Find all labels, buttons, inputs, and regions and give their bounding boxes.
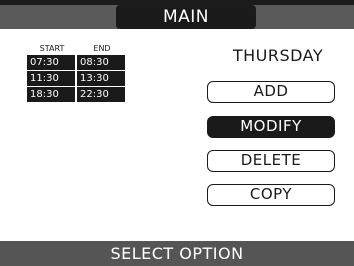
time-slot-table: START END 07:30 08:30 11:30 13:30 18:30 … bbox=[27, 44, 131, 102]
slot-end-time: 22:30 bbox=[77, 87, 125, 102]
delete-button[interactable]: DELETE bbox=[207, 150, 335, 172]
time-slot-row[interactable]: 18:30 22:30 bbox=[27, 87, 131, 102]
page-title: MAIN bbox=[116, 5, 256, 29]
modify-button[interactable]: MODIFY bbox=[207, 116, 335, 138]
slot-end-time: 13:30 bbox=[77, 71, 125, 86]
slot-start-time: 18:30 bbox=[27, 87, 75, 102]
status-bar: SELECT OPTION bbox=[0, 241, 354, 266]
day-label: THURSDAY bbox=[232, 46, 324, 65]
slot-start-time: 11:30 bbox=[27, 71, 75, 86]
start-column-header: START bbox=[39, 44, 65, 53]
slot-end-time: 08:30 bbox=[77, 55, 125, 70]
time-slot-row[interactable]: 07:30 08:30 bbox=[27, 55, 131, 70]
time-slot-row[interactable]: 11:30 13:30 bbox=[27, 71, 131, 86]
end-column-header: END bbox=[93, 44, 111, 53]
time-slot-header: START END bbox=[27, 44, 131, 54]
copy-button[interactable]: COPY bbox=[207, 184, 335, 206]
slot-start-time: 07:30 bbox=[27, 55, 75, 70]
add-button[interactable]: ADD bbox=[207, 81, 335, 103]
